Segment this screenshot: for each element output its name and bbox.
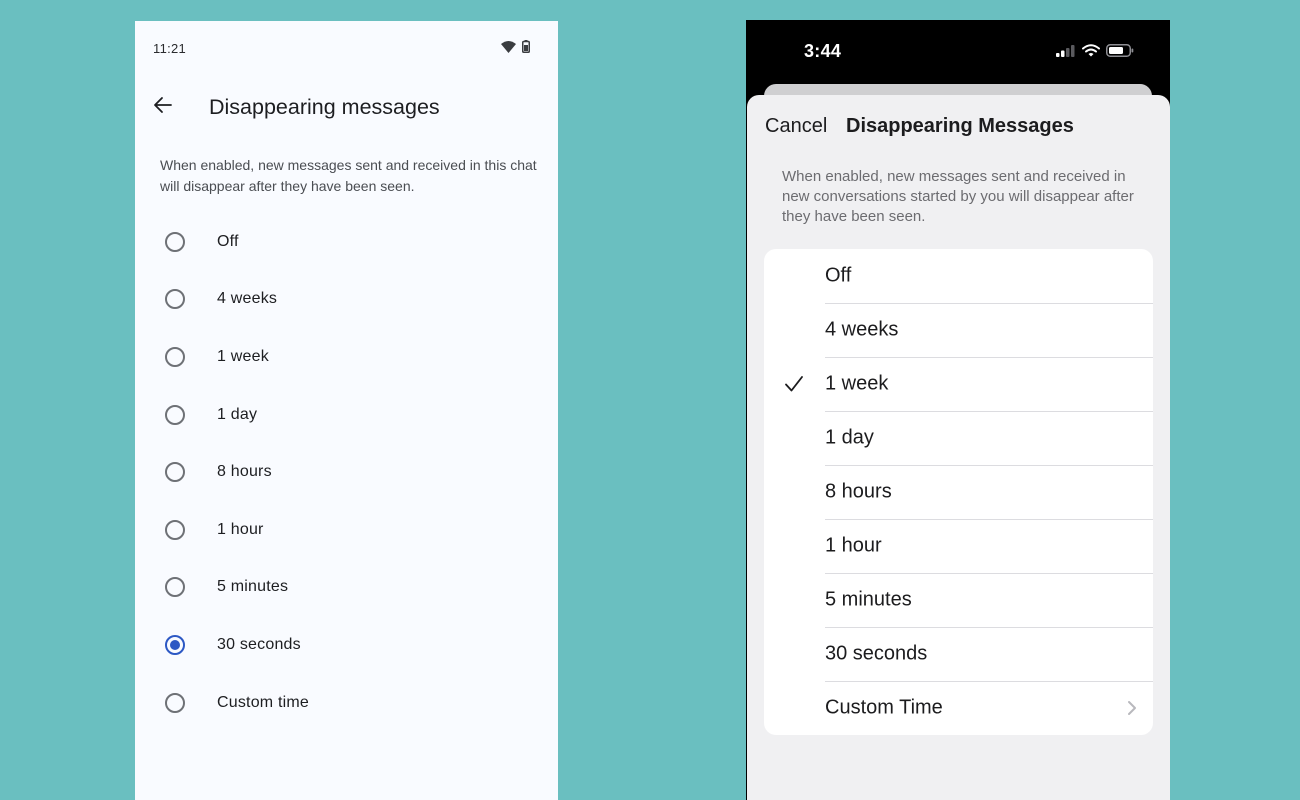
radio-option[interactable]: 30 seconds <box>135 616 558 674</box>
list-option-label: 1 week <box>825 372 889 395</box>
radio-option[interactable]: 1 week <box>135 328 558 386</box>
android-status-bar: 11:21 <box>135 21 558 73</box>
list-option[interactable]: Off <box>764 249 1153 303</box>
radio-button[interactable] <box>165 346 185 367</box>
back-arrow-icon[interactable] <box>151 93 175 117</box>
radio-option[interactable]: 4 weeks <box>135 271 558 329</box>
list-option-label: 8 hours <box>825 480 892 503</box>
android-screen: 11:21 Disappearing messages When enabled… <box>135 21 558 800</box>
cancel-button[interactable]: Cancel <box>765 115 827 138</box>
radio-option[interactable]: Custom time <box>135 674 558 732</box>
list-option[interactable]: 8 hours <box>764 465 1153 519</box>
list-option-label: 1 day <box>825 426 874 449</box>
list-option[interactable]: 1 week <box>764 357 1153 411</box>
radio-button[interactable] <box>165 231 185 252</box>
radio-option-label: Custom time <box>217 693 309 711</box>
radio-button[interactable] <box>165 577 185 598</box>
list-option[interactable]: 1 day <box>764 411 1153 465</box>
chevron-right-icon <box>1128 701 1136 715</box>
checkmark-icon <box>785 376 803 392</box>
battery-icon <box>522 40 530 53</box>
description-text: When enabled, new messages sent and rece… <box>160 157 537 194</box>
list-option[interactable]: 5 minutes <box>764 573 1153 627</box>
radio-option-label: 4 weeks <box>217 290 278 308</box>
list-option-label: 5 minutes <box>825 588 912 611</box>
radio-button[interactable] <box>165 289 185 310</box>
radio-option[interactable]: 8 hours <box>135 443 558 501</box>
wifi-icon <box>1082 44 1100 57</box>
list-option-label: Off <box>825 264 852 287</box>
list-option-label: 4 weeks <box>825 318 899 341</box>
radio-option[interactable]: 5 minutes <box>135 559 558 617</box>
list-option[interactable]: 1 hour <box>764 519 1153 573</box>
list-option-label: 30 seconds <box>825 642 928 665</box>
radio-option-label: 5 minutes <box>217 578 289 596</box>
list-option-label: 1 hour <box>825 534 882 557</box>
radio-option-label: Off <box>217 232 239 250</box>
radio-button[interactable] <box>165 692 185 713</box>
radio-option-label: 1 day <box>217 405 258 423</box>
android-app-bar: Disappearing messages <box>135 85 558 131</box>
list-option[interactable]: 30 seconds <box>764 627 1153 681</box>
ios-modal-sheet: Cancel Disappearing Messages When enable… <box>747 95 1170 800</box>
ios-status-time: 3:44 <box>804 41 842 61</box>
radio-option-label: 8 hours <box>217 463 272 481</box>
battery-icon <box>1106 44 1134 57</box>
sheet-title: Disappearing Messages <box>846 115 1074 137</box>
description-text: When enabled, new messages sent and rece… <box>782 168 1134 225</box>
radio-option-label: 1 week <box>217 347 269 365</box>
ios-screen: 3:44 Cancel Disappearing Messages When e… <box>746 20 1170 800</box>
list-option[interactable]: Custom Time <box>764 681 1153 735</box>
radio-option[interactable]: 1 day <box>135 386 558 444</box>
list-option-label: Custom Time <box>825 696 943 719</box>
radio-button[interactable] <box>165 519 185 540</box>
android-status-time: 11:21 <box>153 41 187 56</box>
radio-button[interactable] <box>165 462 185 483</box>
radio-option[interactable]: 1 hour <box>135 501 558 559</box>
ios-options-list: Off 4 weeks 1 week 1 day 8 hours 1 hour 5 minu… <box>764 249 1153 735</box>
radio-button-checked[interactable] <box>165 634 185 655</box>
list-option[interactable]: 4 weeks <box>764 303 1153 357</box>
radio-button[interactable] <box>165 404 185 425</box>
radio-option-label: 1 hour <box>217 520 264 538</box>
wifi-icon <box>501 40 516 53</box>
page-title: Disappearing messages <box>209 95 440 119</box>
radio-option-label: 30 seconds <box>217 635 301 653</box>
cellular-signal-icon <box>1056 44 1075 57</box>
radio-option[interactable]: Off <box>135 213 558 271</box>
android-options-list: Off 4 weeks 1 week 1 day 8 hours 1 hour 5 minu… <box>135 213 558 731</box>
